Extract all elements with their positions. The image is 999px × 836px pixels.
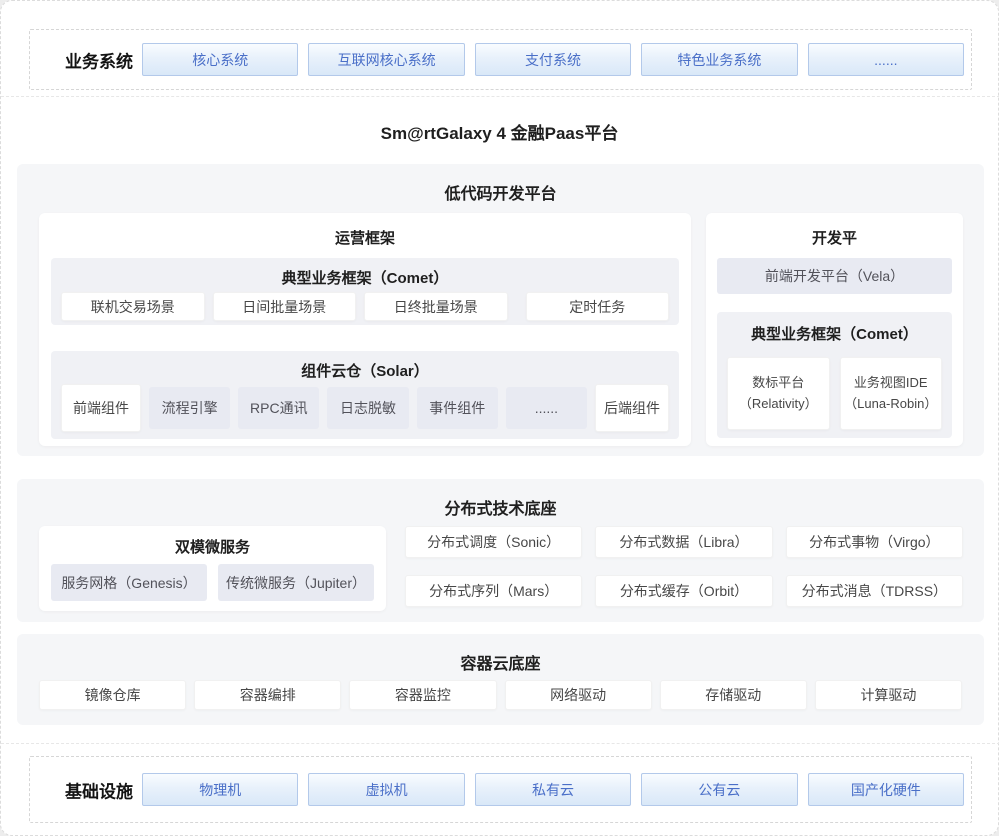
- lowcode-layer-title: 低代码开发平台: [17, 180, 984, 204]
- comet-scenarios-row: 联机交易场景 日间批量场景 日终批量场景 定时任务: [61, 292, 669, 321]
- bottom-divider: [1, 743, 999, 744]
- top-divider: [1, 96, 999, 97]
- distributed-layer: 分布式技术底座 双模微服务 服务网格（Genesis） 传统微服务（Jupite…: [17, 479, 984, 622]
- business-systems-row: 核心系统 互联网核心系统 支付系统 特色业务系统 ......: [142, 43, 964, 76]
- dual-mode-microservices-panel: 双模微服务 服务网格（Genesis） 传统微服务（Jupiter）: [39, 526, 386, 611]
- business-item-payment-system: 支付系统: [475, 43, 631, 76]
- component-process-engine: 流程引擎: [149, 387, 230, 429]
- platform-title: Sm@rtGalaxy 4 金融Paas平台: [1, 119, 998, 144]
- image-registry: 镜像仓库: [39, 680, 186, 710]
- luna-robin-line1: 业务视图IDE: [854, 373, 928, 393]
- container-cloud-title: 容器云底座: [17, 650, 984, 674]
- storage-driver: 存储驱动: [660, 680, 807, 710]
- infra-physical-machine: 物理机: [142, 773, 298, 806]
- infrastructure-row: 物理机 虚拟机 私有云 公有云 国产化硬件: [142, 773, 964, 806]
- component-frontend: 前端组件: [61, 384, 141, 432]
- dual-mode-microservices-title: 双模微服务: [39, 536, 386, 557]
- scenario-online-transaction: 联机交易场景: [61, 292, 205, 321]
- distributed-layer-title: 分布式技术底座: [17, 495, 984, 519]
- relativity-line1: 数标平台: [752, 373, 804, 393]
- component-ellipsis: ......: [506, 387, 587, 429]
- orbit-distributed-cache: 分布式缓存（Orbit）: [595, 575, 772, 607]
- business-item-ellipsis: ......: [808, 43, 964, 76]
- network-driver: 网络驱动: [505, 680, 652, 710]
- component-backend: 后端组件: [595, 384, 669, 432]
- lowcode-layer: 低代码开发平台 运营框架 典型业务框架（Comet） 联机交易场景 日间批量场景…: [17, 164, 984, 456]
- relativity-line2: （Relativity）: [739, 394, 818, 414]
- solar-component-warehouse-title: 组件云仓（Solar）: [51, 360, 679, 381]
- business-item-core-system: 核心系统: [142, 43, 298, 76]
- tdrss-distributed-messaging: 分布式消息（TDRSS）: [786, 575, 963, 607]
- container-cloud-layer: 容器云底座 镜像仓库 容器编排 容器监控 网络驱动 存储驱动 计算驱动: [17, 634, 984, 725]
- business-item-internet-core-system: 互联网核心系统: [308, 43, 464, 76]
- component-event: 事件组件: [417, 387, 498, 429]
- architecture-diagram: { "page": { "title": "Sm@rtGalaxy 4 金融Pa…: [0, 0, 999, 836]
- infrastructure-band: 基础设施 物理机 虚拟机 私有云 公有云 国产化硬件: [29, 756, 972, 823]
- comet-business-framework-box: 典型业务框架（Comet） 联机交易场景 日间批量场景 日终批量场景 定时任务: [51, 258, 679, 325]
- libra-distributed-data: 分布式数据（Libra）: [595, 526, 772, 558]
- luna-robin-business-view-ide: 业务视图IDE （Luna-Robin）: [840, 357, 943, 430]
- component-log-masking: 日志脱敏: [327, 387, 408, 429]
- container-cloud-row: 镜像仓库 容器编排 容器监控 网络驱动 存储驱动 计算驱动: [39, 680, 962, 710]
- dev-platform-panel: 开发平 前端开发平台（Vela） 典型业务框架（Comet） 数标平台 （Rel…: [706, 213, 963, 446]
- mars-distributed-sequence: 分布式序列（Mars）: [405, 575, 582, 607]
- solar-component-warehouse-box: 组件云仓（Solar） 前端组件 流程引擎 RPC通讯 日志脱敏 事件组件 ..…: [51, 351, 679, 439]
- container-orchestration: 容器编排: [194, 680, 341, 710]
- infrastructure-label: 基础设施: [65, 777, 133, 802]
- sonic-distributed-scheduling: 分布式调度（Sonic）: [405, 526, 582, 558]
- scenario-end-of-day-batch: 日终批量场景: [364, 292, 508, 321]
- container-monitoring: 容器监控: [349, 680, 496, 710]
- scenario-daytime-batch: 日间批量场景: [213, 292, 357, 321]
- dual-mode-row: 服务网格（Genesis） 传统微服务（Jupiter）: [51, 564, 374, 601]
- dev-comet-items-row: 数标平台 （Relativity） 业务视图IDE （Luna-Robin）: [727, 357, 942, 430]
- compute-driver: 计算驱动: [815, 680, 962, 710]
- component-rpc-communication: RPC通讯: [238, 387, 319, 429]
- dev-comet-framework-title: 典型业务框架（Comet）: [717, 323, 952, 344]
- infra-domestic-hardware: 国产化硬件: [808, 773, 964, 806]
- infra-public-cloud: 公有云: [641, 773, 797, 806]
- infra-virtual-machine: 虚拟机: [308, 773, 464, 806]
- solar-components-row: 前端组件 流程引擎 RPC通讯 日志脱敏 事件组件 ...... 后端组件: [61, 384, 669, 432]
- dev-comet-framework-box: 典型业务框架（Comet） 数标平台 （Relativity） 业务视图IDE …: [717, 312, 952, 438]
- infra-private-cloud: 私有云: [475, 773, 631, 806]
- dev-platform-title: 开发平: [706, 227, 963, 248]
- operation-framework-title: 运营框架: [39, 227, 691, 248]
- scenario-scheduled-task: 定时任务: [526, 292, 670, 321]
- business-systems-label: 业务系统: [65, 47, 133, 72]
- comet-business-framework-title: 典型业务框架（Comet）: [51, 267, 679, 288]
- virgo-distributed-transaction: 分布式事物（Virgo）: [786, 526, 963, 558]
- distributed-services-grid: 分布式调度（Sonic） 分布式数据（Libra） 分布式事物（Virgo） 分…: [405, 526, 963, 607]
- business-systems-band: 业务系统 核心系统 互联网核心系统 支付系统 特色业务系统 ......: [29, 29, 972, 90]
- vela-frontend-dev-platform: 前端开发平台（Vela）: [717, 258, 952, 294]
- jupiter-traditional-microservices: 传统微服务（Jupiter）: [218, 564, 374, 601]
- relativity-data-platform: 数标平台 （Relativity）: [727, 357, 830, 430]
- luna-robin-line2: （Luna-Robin）: [844, 394, 937, 414]
- genesis-service-mesh: 服务网格（Genesis）: [51, 564, 207, 601]
- business-item-special-business-system: 特色业务系统: [641, 43, 797, 76]
- operation-framework-panel: 运营框架 典型业务框架（Comet） 联机交易场景 日间批量场景 日终批量场景 …: [39, 213, 691, 446]
